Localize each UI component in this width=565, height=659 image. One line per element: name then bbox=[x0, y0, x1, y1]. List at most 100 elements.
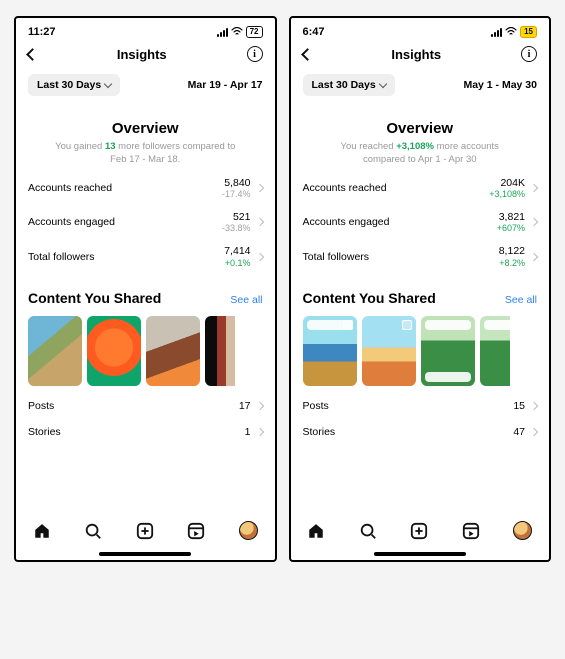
create-icon[interactable] bbox=[410, 522, 428, 540]
date-range-picker[interactable]: Last 30 Days bbox=[303, 74, 395, 96]
chevron-down-icon bbox=[104, 80, 112, 88]
content-thumb[interactable] bbox=[421, 316, 475, 386]
tab-bar bbox=[16, 513, 275, 546]
metric-delta: -33.8% bbox=[222, 223, 251, 233]
content-thumb[interactable] bbox=[303, 316, 357, 386]
metric-label: Accounts engaged bbox=[303, 216, 390, 228]
content-thumb[interactable] bbox=[28, 316, 82, 386]
metric-delta: +0.1% bbox=[224, 258, 250, 268]
back-icon[interactable] bbox=[26, 48, 39, 61]
metric-value: 521 bbox=[222, 211, 251, 223]
metric-value: 3,821 bbox=[497, 211, 525, 223]
metric-value: 7,414 bbox=[224, 245, 250, 257]
date-range-bar: Last 30 Days May 1 - May 30 bbox=[291, 68, 550, 98]
back-icon[interactable] bbox=[301, 48, 314, 61]
content-thumb[interactable] bbox=[146, 316, 200, 386]
battery-icon: 72 bbox=[246, 26, 263, 38]
see-all-link[interactable]: See all bbox=[505, 294, 537, 306]
stat-posts[interactable]: Posts 15 bbox=[291, 386, 550, 412]
home-icon[interactable] bbox=[307, 522, 325, 540]
chevron-right-icon bbox=[530, 402, 538, 410]
stat-label: Posts bbox=[28, 400, 54, 412]
metric-accounts-reached[interactable]: Accounts reached 204K+3,108% bbox=[291, 167, 550, 201]
status-bar: 11:27 72 bbox=[16, 18, 275, 42]
tab-bar bbox=[291, 513, 550, 546]
reel-badge-icon bbox=[402, 320, 412, 330]
metric-label: Accounts engaged bbox=[28, 216, 115, 228]
home-indicator bbox=[374, 552, 466, 556]
content-thumb[interactable] bbox=[205, 316, 235, 386]
clock: 11:27 bbox=[28, 26, 56, 38]
overview-subtext: You reached +3,108% more accounts compar… bbox=[291, 137, 550, 167]
battery-icon: 15 bbox=[520, 26, 537, 38]
content-heading: Content You Shared bbox=[28, 290, 161, 306]
caption-overlay bbox=[425, 320, 471, 330]
search-icon[interactable] bbox=[359, 522, 377, 540]
overview-gain: +3,108% bbox=[396, 141, 434, 152]
reels-icon[interactable] bbox=[462, 522, 480, 540]
metric-delta: +3,108% bbox=[489, 189, 525, 199]
metric-total-followers[interactable]: Total followers 7,414+0.1% bbox=[16, 235, 275, 269]
metric-label: Accounts reached bbox=[303, 182, 387, 194]
home-indicator bbox=[99, 552, 191, 556]
content-heading: Content You Shared bbox=[303, 290, 436, 306]
metric-delta: -17.4% bbox=[222, 189, 251, 199]
chevron-right-icon bbox=[255, 402, 263, 410]
metric-value: 5,840 bbox=[222, 177, 251, 189]
content-thumb[interactable] bbox=[87, 316, 141, 386]
stat-stories[interactable]: Stories 47 bbox=[291, 412, 550, 438]
create-icon[interactable] bbox=[136, 522, 154, 540]
overview-gain: 13 bbox=[105, 141, 116, 152]
reel-badge-icon bbox=[343, 320, 353, 330]
clock: 6:47 bbox=[303, 26, 325, 38]
chevron-right-icon bbox=[530, 184, 538, 192]
wifi-icon bbox=[505, 27, 517, 37]
metric-value: 8,122 bbox=[499, 245, 525, 257]
caption-overlay bbox=[425, 372, 471, 382]
content-thumb[interactable] bbox=[362, 316, 416, 386]
stat-label: Stories bbox=[28, 426, 61, 438]
caption-overlay bbox=[484, 320, 510, 330]
date-range-bar: Last 30 Days Mar 19 - Apr 17 bbox=[16, 68, 275, 98]
date-range-picker[interactable]: Last 30 Days bbox=[28, 74, 120, 96]
chevron-right-icon bbox=[530, 252, 538, 260]
nav-bar: Insights i bbox=[16, 42, 275, 68]
metric-label: Total followers bbox=[28, 251, 95, 263]
metric-accounts-engaged[interactable]: Accounts engaged 521-33.8% bbox=[16, 201, 275, 235]
stat-value: 15 bbox=[513, 400, 525, 412]
info-icon[interactable]: i bbox=[247, 46, 263, 62]
metric-delta: +8.2% bbox=[499, 258, 525, 268]
stat-value: 1 bbox=[245, 426, 251, 438]
stat-posts[interactable]: Posts 17 bbox=[16, 386, 275, 412]
page-title: Insights bbox=[117, 47, 167, 62]
chevron-down-icon bbox=[378, 80, 386, 88]
chevron-right-icon bbox=[255, 184, 263, 192]
phone-screen-right: 6:47 15 Insights i Last 30 Days May 1 - … bbox=[289, 16, 552, 562]
overview-heading: Overview bbox=[16, 120, 275, 137]
cellular-icon bbox=[217, 28, 228, 37]
metric-accounts-engaged[interactable]: Accounts engaged 3,821+607% bbox=[291, 201, 550, 235]
stat-stories[interactable]: Stories 1 bbox=[16, 412, 275, 438]
info-icon[interactable]: i bbox=[521, 46, 537, 62]
chevron-right-icon bbox=[530, 218, 538, 226]
content-thumbnails[interactable] bbox=[16, 310, 275, 386]
reels-icon[interactable] bbox=[187, 522, 205, 540]
chevron-right-icon bbox=[255, 252, 263, 260]
wifi-icon bbox=[231, 27, 243, 37]
profile-avatar[interactable] bbox=[513, 521, 532, 540]
content-thumbnails[interactable] bbox=[291, 310, 550, 386]
home-icon[interactable] bbox=[33, 522, 51, 540]
content-thumb[interactable] bbox=[480, 316, 510, 386]
stat-value: 17 bbox=[239, 400, 251, 412]
page-title: Insights bbox=[391, 47, 441, 62]
metric-total-followers[interactable]: Total followers 8,122+8.2% bbox=[291, 235, 550, 269]
cellular-icon bbox=[491, 28, 502, 37]
metric-accounts-reached[interactable]: Accounts reached 5,840-17.4% bbox=[16, 167, 275, 201]
stat-label: Posts bbox=[303, 400, 329, 412]
overview-heading: Overview bbox=[291, 120, 550, 137]
metric-value: 204K bbox=[489, 177, 525, 189]
search-icon[interactable] bbox=[84, 522, 102, 540]
profile-avatar[interactable] bbox=[239, 521, 258, 540]
metric-delta: +607% bbox=[497, 223, 525, 233]
see-all-link[interactable]: See all bbox=[230, 294, 262, 306]
